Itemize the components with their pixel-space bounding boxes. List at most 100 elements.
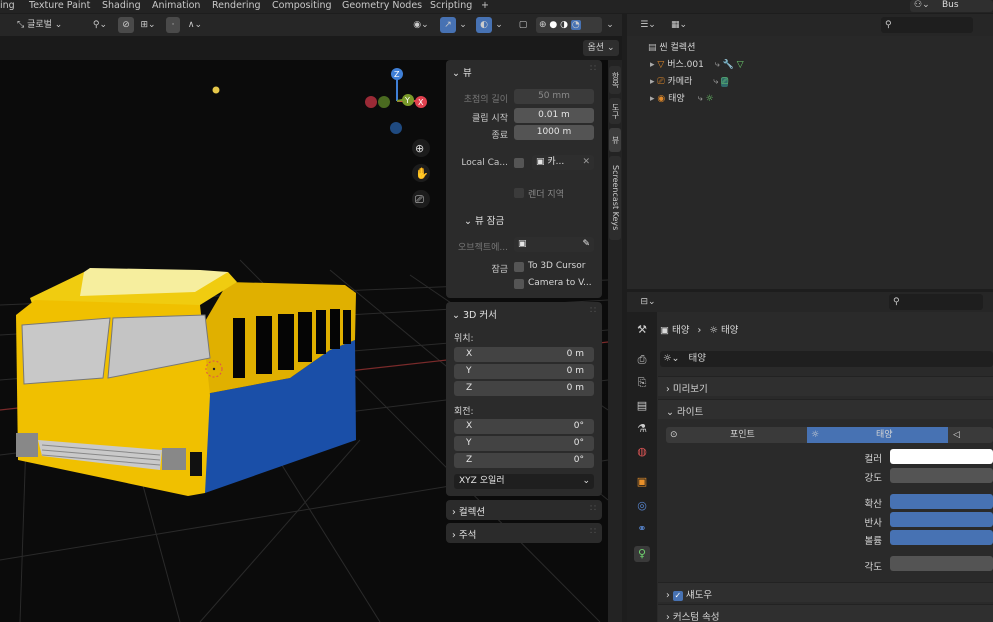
options-dropdown[interactable]: 옵션 ⌄: [583, 40, 619, 56]
transform-orientation-dropdown[interactable]: ⤡ 글로벌 ⌄: [17, 17, 85, 33]
gizmo-toggle-icon[interactable]: ↗: [440, 17, 456, 33]
rendered-shading-icon[interactable]: ◔: [570, 20, 581, 30]
view-lock-header[interactable]: ⌄ 뷰 잠금: [464, 213, 504, 227]
output-tab-icon[interactable]: ⎘: [634, 375, 650, 391]
properties-search-input[interactable]: ⚲: [889, 294, 983, 310]
view-layer-tab-icon[interactable]: ▤: [634, 398, 650, 414]
falloff-icon[interactable]: ∧⌄: [182, 17, 208, 33]
add-workspace-button[interactable]: +: [481, 0, 489, 13]
workspace-tab-rendering[interactable]: Rendering: [212, 0, 261, 13]
clip-start-field[interactable]: 0.01 m: [514, 108, 594, 123]
local-camera-field[interactable]: ▣ 카... ✕: [532, 155, 594, 170]
outliner-item-bus[interactable]: ▸ ▽ 버스.001 ⤷ 🔧 ▽: [650, 57, 744, 70]
workspace-tab-compositing[interactable]: Compositing: [272, 0, 332, 13]
expand-arrow-icon[interactable]: ▸: [650, 77, 655, 87]
camera-to-view-checkbox[interactable]: [514, 279, 524, 289]
clear-x-icon[interactable]: ✕: [582, 155, 590, 170]
render-region-checkbox[interactable]: [514, 188, 524, 198]
lock-to-cursor-checkbox[interactable]: [514, 262, 524, 272]
pivot-point-icon[interactable]: ⚲⌄: [88, 17, 112, 33]
outliner-search-input[interactable]: ⚲: [881, 17, 973, 33]
light-section[interactable]: ⌄ 라이트: [658, 399, 993, 419]
workspace-tab[interactable]: ing: [0, 0, 15, 13]
overlay-dropdown-icon[interactable]: ⌄: [493, 17, 505, 33]
specular-slider[interactable]: [890, 512, 993, 527]
editor-type-icon[interactable]: ⊟⌄: [637, 294, 659, 310]
light-type-point[interactable]: ⊙ 포인트: [666, 427, 806, 443]
3d-cursor-header[interactable]: ⌄ 3D 커서: [452, 307, 497, 321]
snap-target-icon[interactable]: ⊞⌄: [136, 17, 160, 33]
drag-handle-icon[interactable]: ∷: [590, 526, 596, 537]
editor-type-icon[interactable]: ☰⌄: [637, 17, 659, 33]
shading-mode-group[interactable]: ⊕ ● ◑ ◔: [536, 17, 602, 33]
outliner-item-camera[interactable]: ▸ ⎚ 카메라 ⤷ ⎚: [650, 74, 729, 87]
shadow-checkbox-icon[interactable]: ✓: [672, 591, 683, 601]
lock-object-field[interactable]: ▣ ✎: [514, 237, 594, 252]
navigation-gizmo[interactable]: Z X Y: [365, 68, 427, 134]
tab-screencast-keys[interactable]: Screencast Keys: [609, 156, 621, 240]
eyedropper-icon[interactable]: ✎: [582, 237, 590, 252]
workspace-tab-geometry-nodes[interactable]: Geometry Nodes: [342, 0, 422, 13]
cursor-location-z[interactable]: Z 0 m: [454, 381, 594, 396]
volume-slider[interactable]: [890, 530, 993, 545]
custom-properties-section[interactable]: › 커스텀 속성: [658, 604, 993, 622]
cursor-rotation-z[interactable]: Z 0°: [454, 453, 594, 468]
cursor-location-x[interactable]: X 0 m: [454, 347, 594, 362]
tool-tab-icon[interactable]: ⚒: [634, 322, 650, 338]
scene-selector[interactable]: ⚇⌄ Bus: [910, 0, 993, 12]
world-tab-icon[interactable]: ◍: [634, 444, 650, 460]
annotation-panel[interactable]: › 주석 ∷: [446, 523, 602, 543]
proportional-edit-icon[interactable]: ·: [166, 17, 180, 33]
tab-item[interactable]: 항목: [609, 66, 621, 94]
visibility-icon[interactable]: ◉⌄: [408, 17, 434, 33]
drag-handle-icon[interactable]: ∷: [590, 305, 596, 316]
display-mode-icon[interactable]: ▦⌄: [667, 17, 691, 33]
workspace-tab-scripting[interactable]: Scripting: [430, 0, 472, 13]
view-panel-header[interactable]: ⌄ 뷰: [452, 65, 472, 79]
drag-handle-icon[interactable]: ∷: [590, 63, 596, 74]
clip-end-field[interactable]: 1000 m: [514, 125, 594, 140]
constraints-tab-icon[interactable]: ⚭: [634, 521, 650, 537]
local-camera-checkbox[interactable]: [514, 158, 524, 168]
tab-view[interactable]: 뷰: [609, 128, 621, 152]
object-tab-icon[interactable]: ▣: [634, 474, 650, 490]
preview-section[interactable]: › 미리보기: [658, 376, 993, 396]
solid-shading-icon[interactable]: ●: [549, 20, 557, 30]
light-datablock-selector[interactable]: ☼⌄ 태양: [660, 351, 993, 367]
shading-dropdown-icon[interactable]: ⌄: [604, 17, 616, 33]
cursor-location-y[interactable]: Y 0 m: [454, 364, 594, 379]
light-type-sun[interactable]: ☼ 태양: [807, 427, 948, 443]
material-shading-icon[interactable]: ◑: [560, 20, 568, 30]
light-color-swatch[interactable]: [890, 449, 993, 464]
tab-tool[interactable]: 도구: [609, 98, 621, 124]
workspace-tab-texture-paint[interactable]: Texture Paint: [29, 0, 90, 13]
cursor-rotation-x[interactable]: X 0°: [454, 419, 594, 434]
render-tab-icon[interactable]: ⎙: [634, 352, 650, 368]
light-data-tab-icon[interactable]: ♀: [634, 546, 650, 562]
angle-field[interactable]: [890, 556, 993, 571]
gizmo-dropdown-icon[interactable]: ⌄: [457, 17, 469, 33]
bus-model[interactable]: [16, 268, 356, 496]
outliner-item-sun[interactable]: ▸ ◉ 태양 ⤷ ☼: [650, 91, 714, 104]
physics-tab-icon[interactable]: ◎: [634, 498, 650, 514]
light-type-spot[interactable]: ◁: [949, 427, 993, 443]
workspace-tab-animation[interactable]: Animation: [152, 0, 200, 13]
snap-toggle-icon[interactable]: ⊘: [118, 17, 134, 33]
scene-collection-row[interactable]: ▤ 씬 컬렉션: [648, 40, 695, 53]
overlay-toggle-icon[interactable]: ◐: [476, 17, 492, 33]
shadow-section[interactable]: › ✓ 섀도우: [658, 582, 993, 602]
expand-arrow-icon[interactable]: ▸: [650, 94, 655, 104]
workspace-tab-shading[interactable]: Shading: [102, 0, 141, 13]
diffuse-slider[interactable]: [890, 494, 993, 509]
expand-arrow-icon[interactable]: ▸: [650, 60, 655, 70]
rotation-mode-dropdown[interactable]: XYZ 오일러 ⌄: [454, 474, 594, 489]
scene-tab-icon[interactable]: ⚗: [634, 421, 650, 437]
xray-toggle-icon[interactable]: ▢: [515, 17, 531, 33]
drag-handle-icon[interactable]: ∷: [590, 503, 596, 514]
collection-panel[interactable]: › 컬렉션 ∷: [446, 500, 602, 520]
focal-length-field[interactable]: 50 mm: [514, 89, 594, 104]
sun-lamp-marker[interactable]: [212, 86, 220, 94]
wireframe-shading-icon[interactable]: ⊕: [539, 20, 547, 30]
strength-field[interactable]: [890, 468, 993, 483]
cursor-rotation-y[interactable]: Y 0°: [454, 436, 594, 451]
